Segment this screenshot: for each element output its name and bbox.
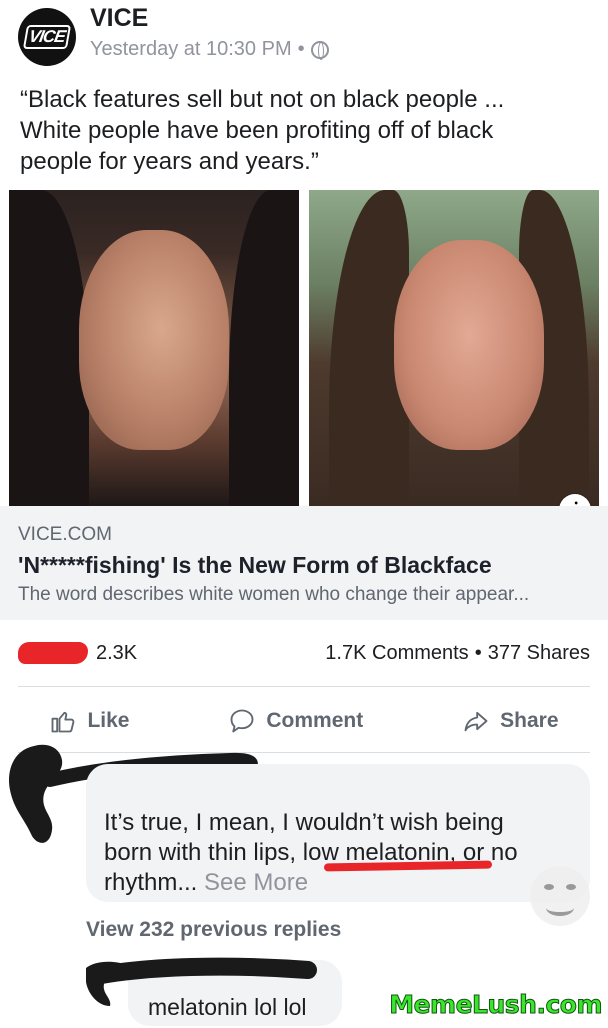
like-button[interactable]: Like: [49, 707, 129, 735]
trollface-watermark-icon: [530, 866, 590, 926]
post-timestamp[interactable]: Yesterday at 10:30 PM: [90, 38, 292, 61]
post-text-line: people for years and years.”: [20, 148, 319, 175]
thumbs-up-icon: [52, 711, 75, 733]
comments-count[interactable]: 1.7K Comments: [325, 642, 468, 665]
post-stats: 2.3K 1.7K Comments • 377 Shares: [0, 636, 608, 672]
meta-separator: •: [297, 38, 305, 60]
action-bar: Like Comment Share: [0, 696, 608, 746]
page-avatar[interactable]: VICE: [18, 8, 76, 66]
shares-count[interactable]: 377 Shares: [488, 642, 590, 665]
link-caption[interactable]: VICE.COM 'N*****fishing' Is the New Form…: [0, 506, 608, 620]
divider: [18, 686, 590, 687]
post-meta: Yesterday at 10:30 PM •: [90, 38, 329, 61]
share-button[interactable]: Share: [462, 707, 559, 735]
comment: It’s true, I mean, I wouldn’t wish being…: [0, 740, 608, 910]
comment-line-end: rhythm...: [104, 869, 198, 896]
link-preview-images[interactable]: [0, 190, 608, 506]
redacted-name-scribble: [88, 957, 317, 985]
page-avatar-logo: VICE: [23, 25, 71, 49]
reaction-count[interactable]: 2.3K: [96, 642, 137, 665]
link-title[interactable]: 'N*****fishing' Is the New Form of Black…: [18, 552, 590, 579]
comment-line: rhythm... See More: [104, 868, 572, 898]
share-arrow-icon: [464, 711, 488, 732]
comment-bubble[interactable]: It’s true, I mean, I wouldn’t wish being…: [86, 764, 590, 902]
reply-text: melatonin lol lol: [148, 994, 307, 1020]
post-text: “Black features sell but not on black pe…: [20, 84, 590, 177]
image-hair: [9, 190, 89, 506]
comment-line: It’s true, I mean, I wouldn’t wish being: [104, 809, 504, 836]
stats-separator: •: [474, 642, 482, 664]
link-image-left[interactable]: [9, 190, 299, 506]
link-description: The word describes white women who chang…: [18, 584, 530, 605]
post-text-line: White people have been profiting off of …: [20, 117, 494, 144]
image-hair: [229, 190, 299, 506]
comment-text: It’s true, I mean, I wouldn’t wish being…: [104, 808, 572, 898]
link-image-right[interactable]: [309, 190, 599, 506]
image-face: [394, 240, 544, 450]
comment-button[interactable]: Comment: [228, 707, 363, 735]
share-label: Share: [500, 709, 559, 732]
post-header: VICE VICE Yesterday at 10:30 PM •: [0, 0, 608, 80]
globe-icon: [310, 40, 329, 60]
stats-right: 1.7K Comments • 377 Shares: [325, 642, 590, 665]
comment-label: Comment: [266, 709, 364, 732]
view-previous-replies-link[interactable]: View 232 previous replies: [86, 918, 341, 942]
image-face: [79, 230, 229, 450]
watermark-text: MemeLush.com: [389, 990, 603, 1020]
link-domain: VICE.COM: [18, 524, 112, 545]
post-text-line: “Black features sell but not on black pe…: [20, 86, 505, 113]
like-label: Like: [87, 709, 130, 732]
see-more-link[interactable]: See More: [204, 869, 308, 896]
speech-bubble-icon: [230, 709, 254, 733]
reaction-icons-redacted[interactable]: [18, 642, 88, 664]
page-name[interactable]: VICE: [90, 4, 148, 33]
